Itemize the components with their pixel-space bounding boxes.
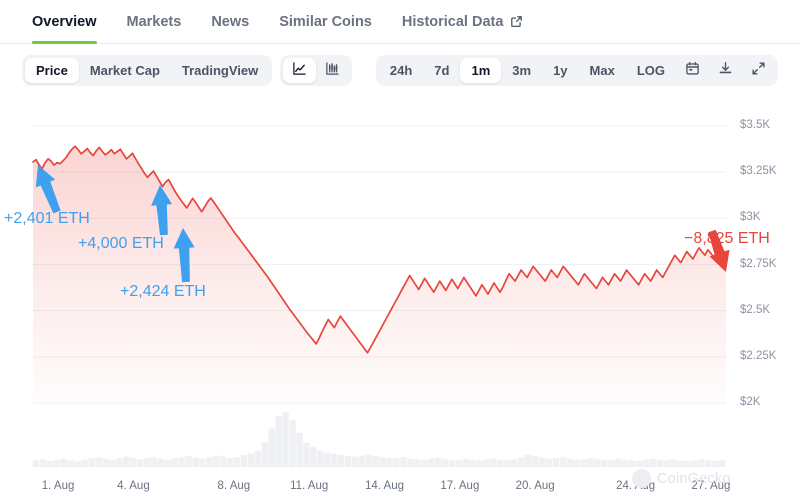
range-3m-label: 3m: [512, 63, 531, 78]
tab-overview[interactable]: Overview: [32, 0, 97, 44]
range-7d-button[interactable]: 7d: [423, 58, 460, 83]
download-button[interactable]: [709, 58, 742, 83]
range-24h-label: 24h: [390, 63, 412, 78]
candlestick-chart-icon: [325, 61, 340, 79]
annotation-label-2: +4,000 ETH: [78, 235, 164, 253]
tab-similar-coins-label: Similar Coins: [279, 14, 372, 30]
y-axis-tick-label: $3K: [740, 211, 760, 223]
tab-news-label: News: [211, 14, 249, 30]
tab-historical-data[interactable]: Historical Data: [402, 0, 524, 44]
tab-historical-data-label: Historical Data: [402, 14, 504, 30]
tab-news[interactable]: News: [211, 0, 249, 44]
range-1y-label: 1y: [553, 63, 567, 78]
tab-bar: Overview Markets News Similar Coins Hist…: [0, 0, 800, 44]
external-link-icon: [510, 15, 523, 28]
coingecko-logo-icon: [632, 469, 651, 488]
log-scale-button[interactable]: LOG: [626, 58, 676, 83]
chart-type-candlestick-button[interactable]: [316, 58, 349, 83]
date-picker-button[interactable]: [676, 58, 709, 83]
x-axis-tick-label: 11. Aug: [290, 480, 328, 492]
log-scale-label: LOG: [637, 63, 665, 78]
volume-bars: [33, 412, 725, 467]
metric-market-cap-button[interactable]: Market Cap: [79, 58, 171, 83]
annotation-label-4: −8,825 ETH: [684, 230, 770, 248]
metric-segmented-control: Price Market Cap TradingView: [22, 55, 272, 86]
y-axis-tick-label: $3.25K: [740, 165, 776, 177]
range-1m-label: 1m: [471, 63, 490, 78]
annotation-label-3: +2,424 ETH: [120, 283, 206, 301]
y-axis-tick-label: $2.5K: [740, 304, 770, 316]
range-7d-label: 7d: [434, 63, 449, 78]
range-24h-button[interactable]: 24h: [379, 58, 423, 83]
x-axis-tick-label: 4. Aug: [117, 480, 150, 492]
metric-tradingview-button[interactable]: TradingView: [171, 58, 269, 83]
x-axis-tick-label: 14. Aug: [365, 480, 404, 492]
x-axis-tick-label: 1. Aug: [42, 480, 75, 492]
chart-type-segmented-control: [280, 55, 352, 86]
y-axis-tick-label: $2.25K: [740, 350, 776, 362]
metric-price-button[interactable]: Price: [25, 58, 79, 83]
line-chart-icon: [292, 61, 307, 79]
chart-type-line-button[interactable]: [283, 58, 316, 83]
range-max-button[interactable]: Max: [579, 58, 626, 83]
tab-markets-label: Markets: [127, 14, 182, 30]
metric-tradingview-label: TradingView: [182, 63, 258, 78]
coingecko-watermark: CoinGecko: [632, 469, 731, 488]
metric-price-label: Price: [36, 63, 68, 78]
range-max-label: Max: [590, 63, 615, 78]
coingecko-watermark-label: CoinGecko: [657, 471, 731, 487]
time-range-segmented-control: 24h 7d 1m 3m 1y Max LOG: [376, 55, 778, 86]
annotation-label-1: +2,401 ETH: [4, 210, 90, 228]
coingecko-price-chart-panel: Overview Markets News Similar Coins Hist…: [0, 0, 800, 500]
y-axis-tick-label: $3.5K: [740, 119, 770, 131]
x-axis-tick-label: 17. Aug: [440, 480, 479, 492]
x-axis-tick-label: 20. Aug: [516, 480, 555, 492]
price-area-fill: [33, 146, 726, 403]
range-1m-button[interactable]: 1m: [460, 58, 501, 83]
range-3m-button[interactable]: 3m: [501, 58, 542, 83]
range-1y-button[interactable]: 1y: [542, 58, 578, 83]
metric-market-cap-label: Market Cap: [90, 63, 160, 78]
tab-markets[interactable]: Markets: [127, 0, 182, 44]
chart-toolbar: Price Market Cap TradingView: [0, 52, 800, 88]
price-chart[interactable]: $3.5K $3.25K $3K $2.75K $2.5K $2.25K $2K 1. Au…: [0, 95, 800, 500]
download-icon: [718, 61, 733, 79]
tab-overview-label: Overview: [32, 14, 97, 30]
expand-fullscreen-button[interactable]: [742, 58, 775, 83]
x-axis-tick-label: 8. Aug: [218, 480, 251, 492]
expand-icon: [751, 61, 766, 79]
y-axis-tick-label: $2K: [740, 396, 760, 408]
calendar-icon: [685, 61, 700, 79]
y-axis-tick-label: $2.75K: [740, 258, 776, 270]
tab-similar-coins[interactable]: Similar Coins: [279, 0, 372, 44]
